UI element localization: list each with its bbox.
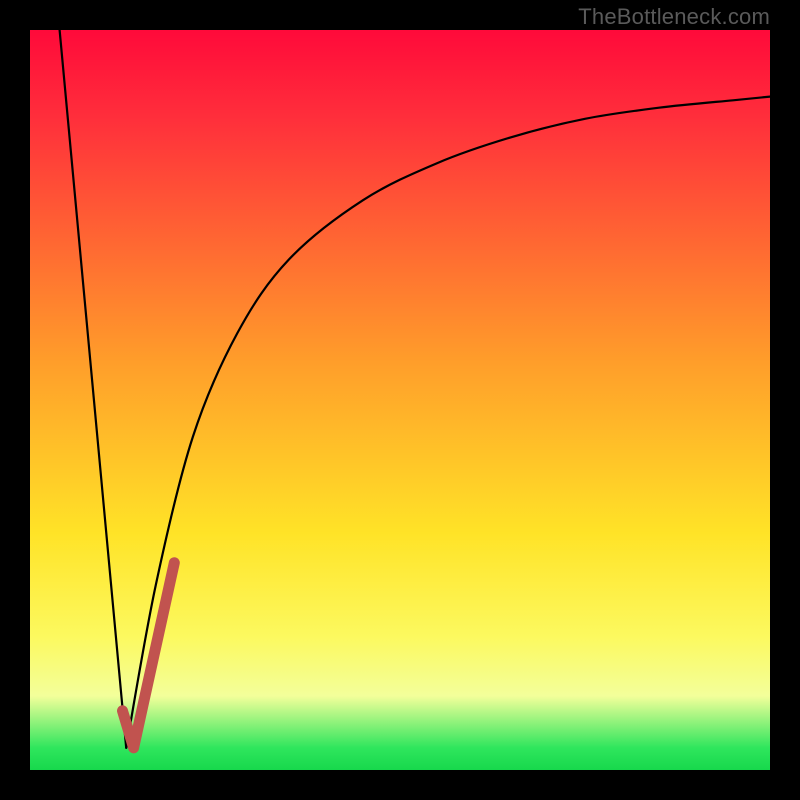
outer-frame: TheBottleneck.com [0, 0, 800, 800]
watermark-text: TheBottleneck.com [578, 4, 770, 30]
tick-mark [123, 563, 175, 748]
chart-svg [30, 30, 770, 770]
curve-left-descent [60, 30, 127, 748]
curve-right-ascent [126, 97, 770, 748]
